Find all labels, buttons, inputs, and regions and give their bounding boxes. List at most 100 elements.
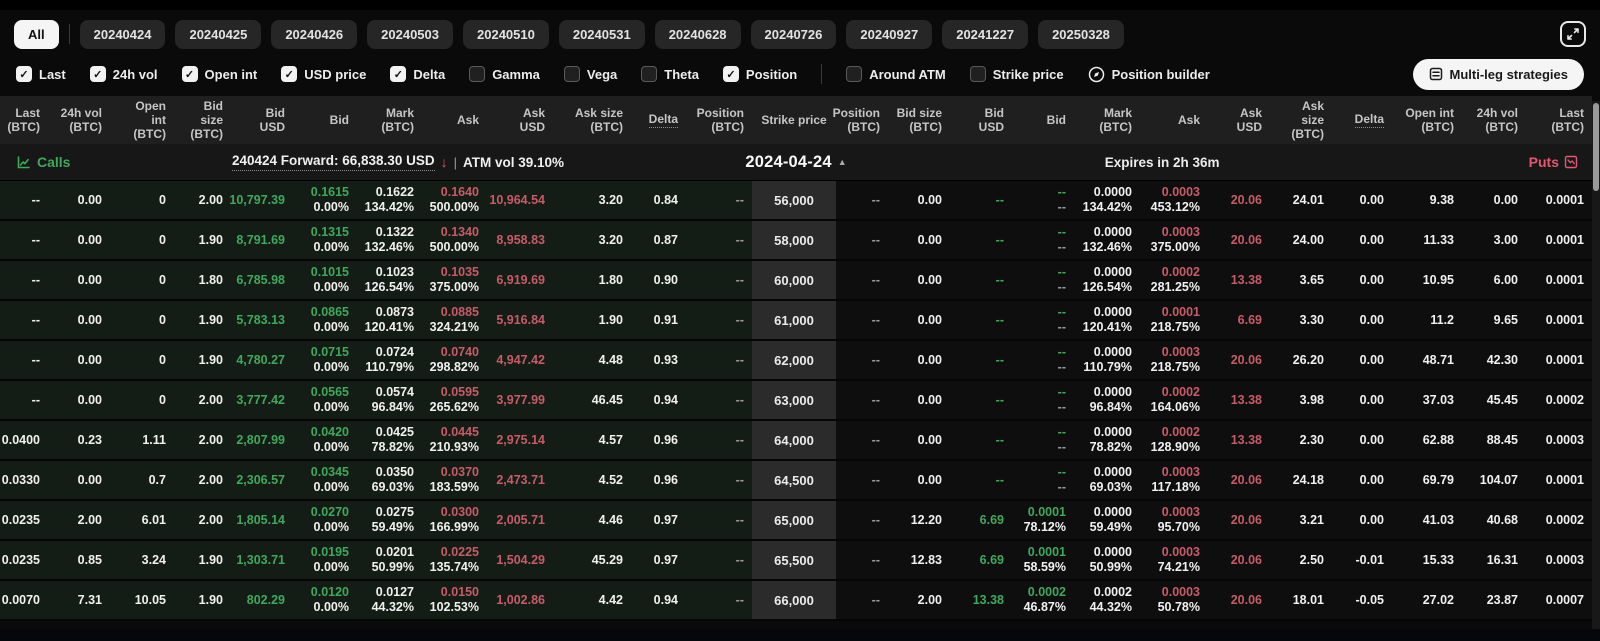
calls-ask-usd-cell[interactable]: 3,977.99	[487, 381, 553, 419]
expiry-tab-20240628[interactable]: 20240628	[654, 19, 741, 49]
calls-mark-cell[interactable]: 0.1023 126.54%	[357, 261, 422, 299]
calls-bid-cell[interactable]: 0.1015 0.00%	[293, 261, 357, 299]
puts-bid-usd-cell[interactable]: --	[950, 221, 1012, 259]
calls-ask-cell[interactable]: 0.1035 375.00%	[422, 261, 487, 299]
filter-around-atm[interactable]: Around ATM	[846, 66, 946, 82]
puts-ask-cell[interactable]: 0.0002 164.06%	[1140, 381, 1208, 419]
calls-bid-cell[interactable]: 0.0195 0.00%	[293, 541, 357, 579]
forward-value[interactable]: 240424 Forward: 66,838.30 USD	[231, 153, 435, 171]
calls-ask-usd-cell[interactable]: 6,919.69	[487, 261, 553, 299]
puts-bid-usd-cell[interactable]: --	[950, 461, 1012, 499]
puts-ask-cell[interactable]: 0.0003 95.70%	[1140, 501, 1208, 539]
puts-bid-usd-cell[interactable]: 6.69	[950, 541, 1012, 579]
calls-mark-cell[interactable]: 0.0425 78.82%	[357, 421, 422, 459]
calls-mark-cell[interactable]: 0.0350 69.03%	[357, 461, 422, 499]
calls-bid-usd-cell[interactable]: 3,777.42	[231, 381, 293, 419]
puts-bid-cell[interactable]: -- --	[1012, 381, 1074, 419]
puts-ask-cell[interactable]: 0.0002 281.25%	[1140, 261, 1208, 299]
calls-bid-cell[interactable]: 0.0865 0.00%	[293, 301, 357, 339]
calls-mark-cell[interactable]: 0.0201 50.99%	[357, 541, 422, 579]
expiry-tab-20240927[interactable]: 20240927	[846, 19, 933, 49]
puts-ask-cell[interactable]: 0.0003 218.75%	[1140, 341, 1208, 379]
puts-mark-cell[interactable]: 0.0000 132.46%	[1074, 221, 1140, 259]
puts-bid-usd-cell[interactable]: --	[950, 181, 1012, 219]
puts-bid-cell[interactable]: -- --	[1012, 341, 1074, 379]
puts-mark-cell[interactable]: 0.0000 96.84%	[1074, 381, 1140, 419]
puts-bid-cell[interactable]: 0.0002 46.87%	[1012, 581, 1074, 619]
multi-leg-strategies-button[interactable]: Multi-leg strategies	[1412, 58, 1584, 90]
puts-mark-cell[interactable]: 0.0002 44.32%	[1074, 581, 1140, 619]
filter-24h-vol[interactable]: ✓ 24h vol	[89, 66, 158, 82]
calls-bid-cell[interactable]: 0.0565 0.00%	[293, 381, 357, 419]
filter-gamma[interactable]: Gamma	[469, 66, 540, 82]
filter-delta[interactable]: ✓ Delta	[390, 66, 445, 82]
calls-ask-usd-cell[interactable]: 2,005.71	[487, 501, 553, 539]
calls-bid-cell[interactable]: 0.0420 0.00%	[293, 421, 357, 459]
expiry-tab-20240726[interactable]: 20240726	[750, 19, 837, 49]
puts-ask-usd-cell[interactable]: 20.06	[1208, 581, 1270, 619]
calls-ask-usd-cell[interactable]: 8,958.83	[487, 221, 553, 259]
scrollbar-thumb[interactable]	[1593, 103, 1599, 191]
vertical-scrollbar[interactable]	[1592, 101, 1600, 641]
calls-ask-cell[interactable]: 0.0595 265.62%	[422, 381, 487, 419]
puts-mark-cell[interactable]: 0.0000 50.99%	[1074, 541, 1140, 579]
puts-bid-cell[interactable]: 0.0001 78.12%	[1012, 501, 1074, 539]
calls-mark-cell[interactable]: 0.0873 120.41%	[357, 301, 422, 339]
puts-ask-cell[interactable]: 0.0001 218.75%	[1140, 301, 1208, 339]
puts-mark-cell[interactable]: 0.0000 134.42%	[1074, 181, 1140, 219]
calls-bid-usd-cell[interactable]: 802.29	[231, 581, 293, 619]
calls-ask-cell[interactable]: 0.0150 102.53%	[422, 581, 487, 619]
calls-bid-usd-cell[interactable]: 1,805.14	[231, 501, 293, 539]
calls-bid-cell[interactable]: 0.1315 0.00%	[293, 221, 357, 259]
puts-bid-cell[interactable]: -- --	[1012, 301, 1074, 339]
puts-ask-usd-cell[interactable]: 13.38	[1208, 261, 1270, 299]
calls-bid-cell[interactable]: 0.0715 0.00%	[293, 341, 357, 379]
expiry-tab-20240510[interactable]: 20240510	[463, 19, 549, 49]
calls-ask-cell[interactable]: 0.1340 500.00%	[422, 221, 487, 259]
calls-section-button[interactable]: Calls	[16, 144, 70, 180]
calls-ask-usd-cell[interactable]: 4,947.42	[487, 341, 553, 379]
calls-ask-cell[interactable]: 0.0370 183.59%	[422, 461, 487, 499]
puts-ask-usd-cell[interactable]: 20.06	[1208, 221, 1270, 259]
puts-bid-cell[interactable]: -- --	[1012, 181, 1074, 219]
calls-ask-cell[interactable]: 0.0740 298.82%	[422, 341, 487, 379]
puts-bid-cell[interactable]: -- --	[1012, 461, 1074, 499]
puts-mark-cell[interactable]: 0.0000 110.79%	[1074, 341, 1140, 379]
puts-bid-usd-cell[interactable]: --	[950, 381, 1012, 419]
puts-ask-usd-cell[interactable]: 20.06	[1208, 341, 1270, 379]
puts-ask-usd-cell[interactable]: 20.06	[1208, 181, 1270, 219]
puts-bid-cell[interactable]: -- --	[1012, 221, 1074, 259]
calls-ask-usd-cell[interactable]: 1,002.86	[487, 581, 553, 619]
calls-ask-usd-cell[interactable]: 2,975.14	[487, 421, 553, 459]
calls-mark-cell[interactable]: 0.1322 132.46%	[357, 221, 422, 259]
puts-ask-cell[interactable]: 0.0003 453.12%	[1140, 181, 1208, 219]
puts-bid-usd-cell[interactable]: 13.38	[950, 581, 1012, 619]
expiry-tab-20240531[interactable]: 20240531	[558, 19, 645, 49]
calls-bid-usd-cell[interactable]: 4,780.27	[231, 341, 293, 379]
calls-mark-cell[interactable]: 0.1622 134.42%	[357, 181, 422, 219]
calls-ask-usd-cell[interactable]: 2,473.71	[487, 461, 553, 499]
puts-ask-cell[interactable]: 0.0002 128.90%	[1140, 421, 1208, 459]
puts-ask-usd-cell[interactable]: 13.38	[1208, 381, 1270, 419]
puts-bid-cell[interactable]: 0.0001 58.59%	[1012, 541, 1074, 579]
puts-ask-usd-cell[interactable]: 20.06	[1208, 501, 1270, 539]
puts-mark-cell[interactable]: 0.0000 59.49%	[1074, 501, 1140, 539]
filter-last[interactable]: ✓ Last	[16, 66, 66, 82]
calls-mark-cell[interactable]: 0.0574 96.84%	[357, 381, 422, 419]
puts-bid-usd-cell[interactable]: --	[950, 261, 1012, 299]
puts-mark-cell[interactable]: 0.0000 120.41%	[1074, 301, 1140, 339]
calls-mark-cell[interactable]: 0.0724 110.79%	[357, 341, 422, 379]
calls-bid-usd-cell[interactable]: 10,797.39	[229, 181, 293, 219]
expiry-tab-20250328[interactable]: 20250328	[1038, 19, 1124, 49]
puts-mark-cell[interactable]: 0.0000 78.82%	[1074, 421, 1140, 459]
puts-ask-cell[interactable]: 0.0003 117.18%	[1140, 461, 1208, 499]
expiry-tab-20241227[interactable]: 20241227	[942, 19, 1029, 49]
puts-section-button[interactable]: Puts	[1529, 144, 1578, 180]
calls-bid-cell[interactable]: 0.0270 0.00%	[293, 501, 357, 539]
expiry-tab-20240424[interactable]: 20240424	[79, 19, 166, 49]
puts-ask-cell[interactable]: 0.0003 74.21%	[1140, 541, 1208, 579]
calls-mark-cell[interactable]: 0.0127 44.32%	[357, 581, 422, 619]
puts-bid-usd-cell[interactable]: --	[950, 301, 1012, 339]
position-builder-button[interactable]: Position builder	[1088, 66, 1210, 83]
calls-ask-usd-cell[interactable]: 10,964.54	[487, 181, 553, 219]
